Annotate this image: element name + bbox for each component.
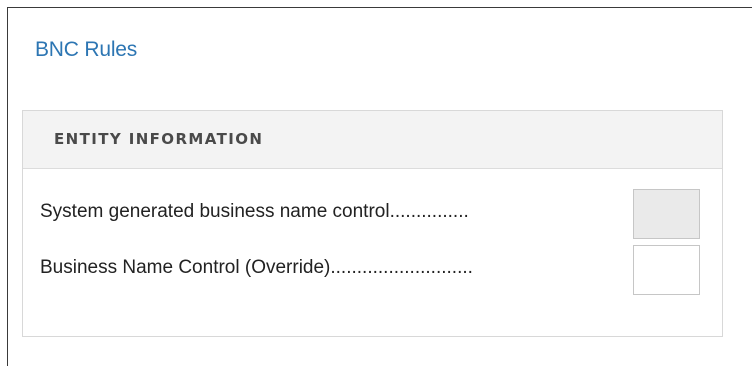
system-generated-bnc-label: System generated business name control..… (40, 201, 469, 222)
bnc-override-label: Business Name Control (Override)........… (40, 257, 473, 278)
system-generated-bnc-field (633, 189, 700, 239)
entity-information-panel: ENTITY INFORMATION System generated busi… (22, 110, 723, 337)
bnc-override-field[interactable] (633, 245, 700, 295)
bnc-rules-link[interactable]: BNC Rules (35, 38, 137, 62)
bnc-override-row: Business Name Control (Override)........… (23, 245, 722, 297)
panel-header: ENTITY INFORMATION (23, 111, 722, 169)
system-generated-bnc-row: System generated business name control..… (23, 189, 722, 241)
panel-title: ENTITY INFORMATION (54, 130, 264, 148)
